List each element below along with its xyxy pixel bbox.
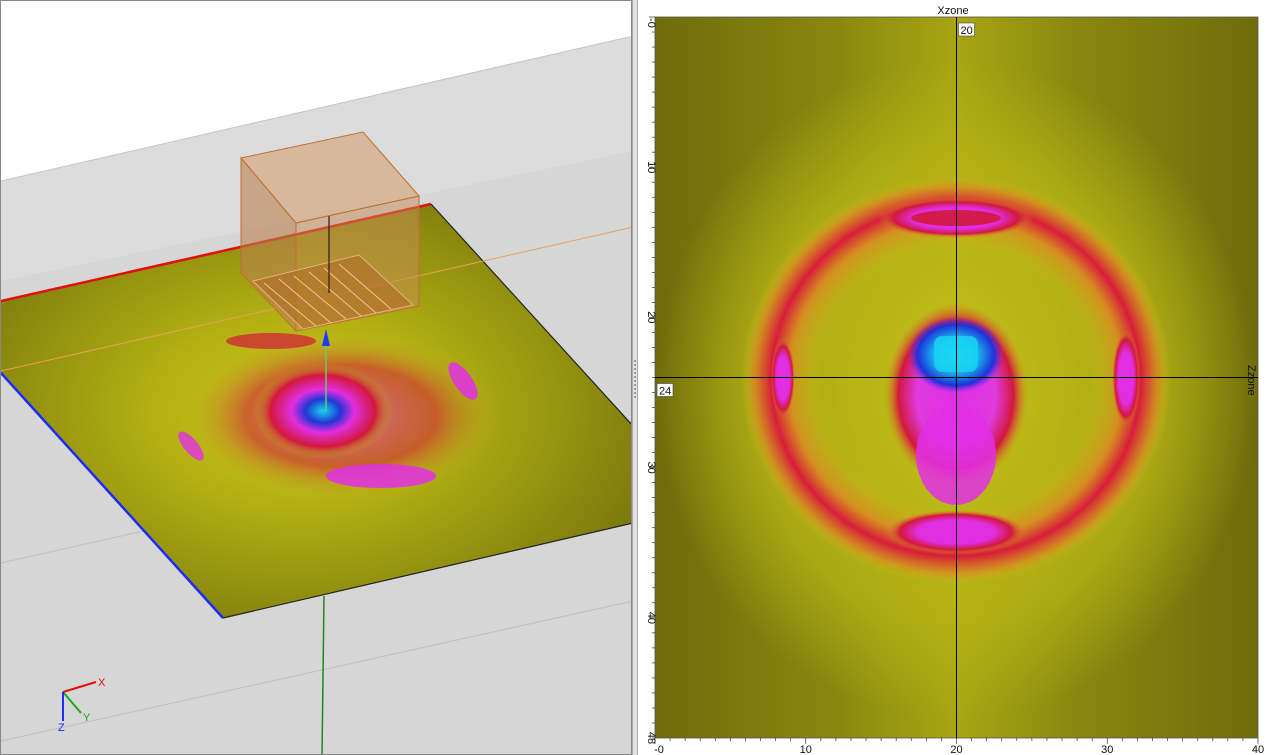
triad-z-label: Z [58,722,65,734]
y-tick-label: 20 [645,311,657,323]
right-axis-title: Zzone [1245,365,1257,396]
field-lobe-bottom [326,464,436,488]
slice-plot[interactable]: 20 24 -0 10 20 30 40 -0 10 20 30 40 48 Xzone Zzone [638,0,1273,755]
triad-x-label: X [98,677,106,689]
triad-y-label: Y [83,712,91,724]
3d-viewport[interactable]: X Y Z [0,0,632,755]
x-tick-label: 10 [800,744,812,755]
y-tick-label: 10 [645,161,657,173]
field-lobe-top [226,333,316,349]
top-axis-title: Xzone [937,5,968,17]
x-tick-label: 30 [1101,744,1113,755]
y-tick-label: 48 [645,732,657,744]
y-tick-label: 30 [645,462,657,474]
x-tick-label: 40 [1252,744,1264,755]
crosshair-y-tag: 24 [659,386,671,398]
x-tick-label: -0 [654,744,664,755]
field-hotspot [253,363,393,459]
3d-scene[interactable]: X Y Z [1,1,632,755]
y-tick-label: 40 [645,612,657,624]
y-tick-label: -0 [645,18,657,28]
x-tick-label: 20 [950,744,962,755]
crosshair-x-tag: 20 [961,25,973,37]
slice-view[interactable]: 20 24 -0 10 20 30 40 -0 10 20 30 40 48 Xzone Zzone [638,0,1273,755]
